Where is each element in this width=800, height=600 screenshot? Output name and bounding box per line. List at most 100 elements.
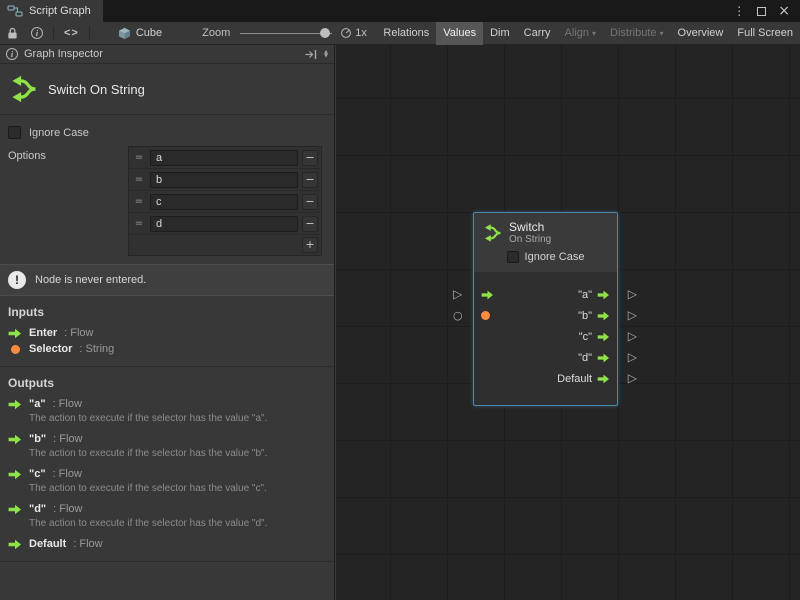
remove-option-button[interactable]: − [302, 150, 318, 166]
graph-canvas[interactable]: Switch On String Ignore Case ▷ "a" [336, 45, 800, 600]
output-port-default[interactable] [597, 374, 610, 384]
connection-triangle-icon[interactable]: ▷ [628, 287, 637, 302]
info-icon: i [6, 48, 18, 60]
drag-handle-icon[interactable]: = [132, 196, 146, 207]
option-input[interactable] [150, 172, 298, 188]
lock-icon [7, 27, 18, 40]
zoom-slider-handle[interactable] [320, 28, 330, 38]
graph-toolbar: i <> Cube Zoom 1x Relations Values [0, 22, 800, 45]
output-port-a[interactable] [597, 290, 610, 300]
node-ignore-case-row: Ignore Case [482, 246, 609, 268]
carry-button[interactable]: Carry [517, 22, 558, 45]
node-title-row: Switch On String [482, 220, 609, 246]
toolbar-separator [53, 26, 54, 40]
graph-owner-button[interactable]: Cube [118, 27, 162, 40]
align-label: Align [565, 27, 589, 39]
scrubber-icon[interactable]: ▲ ▼ [324, 50, 328, 58]
option-input[interactable] [150, 216, 298, 232]
node-port-row: ▷ "a" ▷ [474, 284, 617, 305]
switch-on-string-node[interactable]: Switch On String Ignore Case ▷ "a" [473, 212, 618, 406]
output-port-label: "d" [578, 352, 592, 364]
output-port-label: Default [557, 373, 592, 385]
selector-port[interactable] [481, 311, 495, 320]
warning-text: Node is never entered. [35, 274, 146, 286]
distribute-button[interactable]: Distribute ▾ [603, 22, 670, 45]
output-port-name: Default [29, 538, 66, 550]
connection-circle-icon[interactable]: ○ [453, 308, 463, 323]
connection-triangle-icon[interactable]: ▷ [628, 371, 637, 386]
input-port-type: : String [79, 343, 114, 355]
drag-handle-icon[interactable]: = [132, 152, 146, 163]
fullscreen-button[interactable]: Full Screen [730, 22, 800, 45]
remove-option-button[interactable]: − [302, 194, 318, 210]
dim-button[interactable]: Dim [483, 22, 517, 45]
ignore-case-checkbox[interactable] [8, 126, 21, 139]
inspector-header-controls: ▲ ▼ [305, 49, 328, 60]
output-port-description: The action to execute if the selector ha… [0, 517, 334, 536]
maximize-icon[interactable] [757, 7, 766, 16]
inspector-node-title: Switch On String [48, 82, 145, 97]
values-button[interactable]: Values [436, 22, 483, 45]
align-button[interactable]: Align ▾ [558, 22, 603, 45]
connection-triangle-icon[interactable]: ▷ [628, 308, 637, 323]
input-port-row: Enter : Flow [0, 325, 334, 341]
input-port-name: Selector [29, 343, 72, 355]
code-icon[interactable]: <> [64, 27, 79, 39]
output-port-row: "b" : Flow [0, 431, 334, 447]
option-input[interactable] [150, 150, 298, 166]
output-port-name: "c" [29, 468, 46, 480]
input-port-row: Selector : String [0, 341, 334, 357]
input-port-type: : Flow [64, 327, 93, 339]
toolbar-separator [89, 26, 90, 40]
window-controls: ⋮ × [733, 0, 800, 22]
overview-button[interactable]: Overview [671, 22, 731, 45]
relations-button[interactable]: Relations [376, 22, 436, 45]
zoom-slider-track [240, 33, 332, 34]
drag-handle-icon[interactable]: = [132, 174, 146, 185]
window-menu-icon[interactable]: ⋮ [733, 5, 745, 17]
chevron-down-icon: ▾ [592, 29, 596, 38]
dock-panel-icon[interactable] [305, 49, 317, 60]
node-header[interactable]: Switch On String Ignore Case [474, 213, 617, 272]
lock-button[interactable] [7, 27, 18, 40]
graph-inspector-panel: i Graph Inspector ▲ ▼ Sw [0, 45, 335, 600]
flow-arrow-icon [8, 328, 22, 339]
node-port-row: Default ▷ [474, 368, 617, 389]
connection-triangle-icon[interactable]: ▷ [628, 350, 637, 365]
drag-handle-icon[interactable]: = [132, 218, 146, 229]
warning-icon: ! [8, 271, 26, 289]
output-port-c[interactable] [597, 332, 610, 342]
options-label: Options [8, 150, 46, 162]
close-icon[interactable]: × [778, 4, 790, 18]
options-footer: + [129, 235, 321, 255]
node-title: Switch [509, 221, 551, 234]
flow-arrow-icon [8, 539, 22, 550]
string-port-icon [8, 345, 22, 354]
remove-option-button[interactable]: − [302, 172, 318, 188]
node-ignore-case-checkbox[interactable] [507, 251, 519, 263]
zoom-reset-button[interactable]: 1x [340, 27, 367, 39]
connection-triangle-icon[interactable]: ▷ [628, 329, 637, 344]
inputs-header: Inputs [0, 296, 334, 325]
remove-option-button[interactable]: − [302, 216, 318, 232]
cube-icon [118, 27, 131, 40]
flow-arrow-icon [8, 504, 22, 515]
node-ports: ▷ "a" ▷ ○ "b" [474, 272, 617, 405]
zoom-slider[interactable] [240, 28, 332, 39]
script-graph-window: Script Graph ⋮ × i <> Cube Zoom [0, 0, 800, 600]
info-icon[interactable]: i [31, 27, 43, 39]
enter-port[interactable] [481, 290, 495, 300]
output-port-label: "c" [579, 331, 592, 343]
add-option-button[interactable]: + [302, 237, 318, 253]
tab-script-graph[interactable]: Script Graph [0, 0, 103, 22]
output-port-b[interactable] [597, 311, 610, 321]
output-port-d[interactable] [597, 353, 610, 363]
output-port-name: "d" [29, 503, 46, 515]
divider [0, 561, 334, 562]
connection-triangle-icon[interactable]: ▷ [453, 287, 462, 302]
chevron-down-icon: ▾ [660, 29, 664, 38]
output-port-row: "a" : Flow [0, 396, 334, 412]
output-port-name: "a" [29, 398, 46, 410]
option-input[interactable] [150, 194, 298, 210]
spin-down-icon: ▼ [324, 54, 328, 58]
